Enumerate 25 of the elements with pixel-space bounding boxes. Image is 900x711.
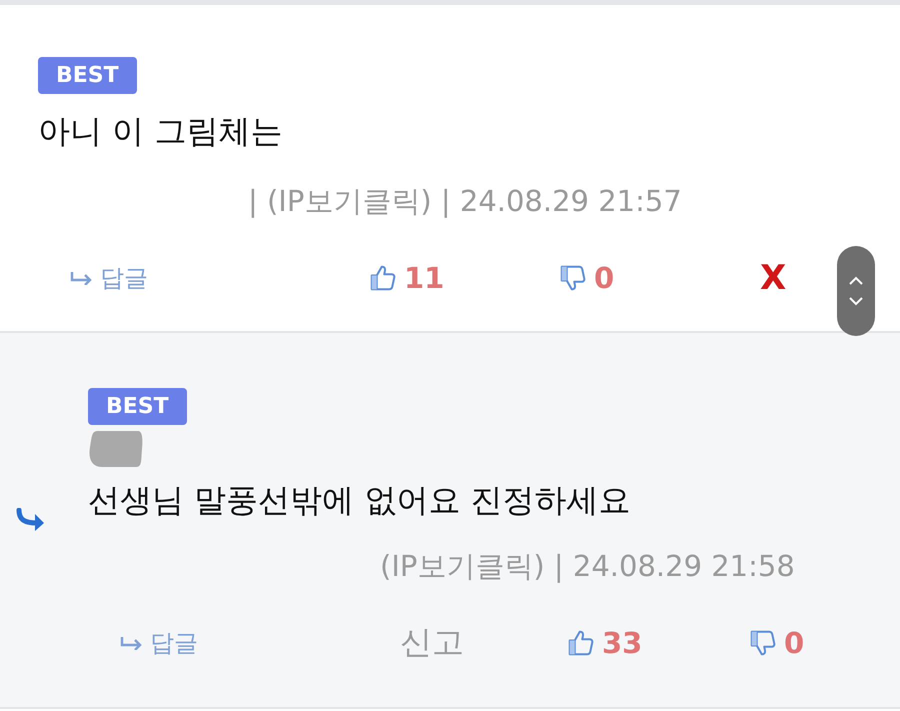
scroll-buttons[interactable]: [837, 246, 875, 336]
reply-arrow-icon: [16, 508, 46, 532]
chevron-up-icon[interactable]: [849, 276, 863, 285]
comment-text: 선생님 말풍선밖에 없어요 진정하세요: [88, 480, 632, 521]
report-button[interactable]: 신고: [400, 621, 464, 665]
thumbs-up-icon: [368, 263, 398, 293]
thumbs-down-icon: [558, 263, 588, 293]
comment-meta: | (IP보기클릭) | 24.08.29 21:57: [247, 183, 683, 220]
thumbs-down-icon: [748, 628, 778, 658]
reply-button[interactable]: 답글: [120, 627, 198, 659]
reply-arrow-icon: [120, 636, 144, 650]
like-button[interactable]: 11: [368, 261, 444, 295]
comment-text: 아니 이 그림체는: [38, 111, 284, 152]
thumbs-up-icon: [566, 628, 596, 658]
chevron-down-icon[interactable]: [849, 297, 863, 306]
reply-button[interactable]: 답글: [70, 262, 148, 294]
comment-meta: (IP보기클릭) | 24.08.29 21:58: [379, 548, 796, 585]
blurred-avatar-icon: [88, 429, 144, 469]
best-badge: BEST: [38, 57, 137, 94]
dislike-button[interactable]: 0: [748, 626, 804, 660]
delete-button[interactable]: X: [760, 258, 786, 298]
dislike-button[interactable]: 0: [558, 261, 614, 295]
reply-arrow-icon: [70, 271, 94, 285]
best-badge: BEST: [88, 388, 187, 425]
like-button[interactable]: 33: [566, 626, 642, 660]
